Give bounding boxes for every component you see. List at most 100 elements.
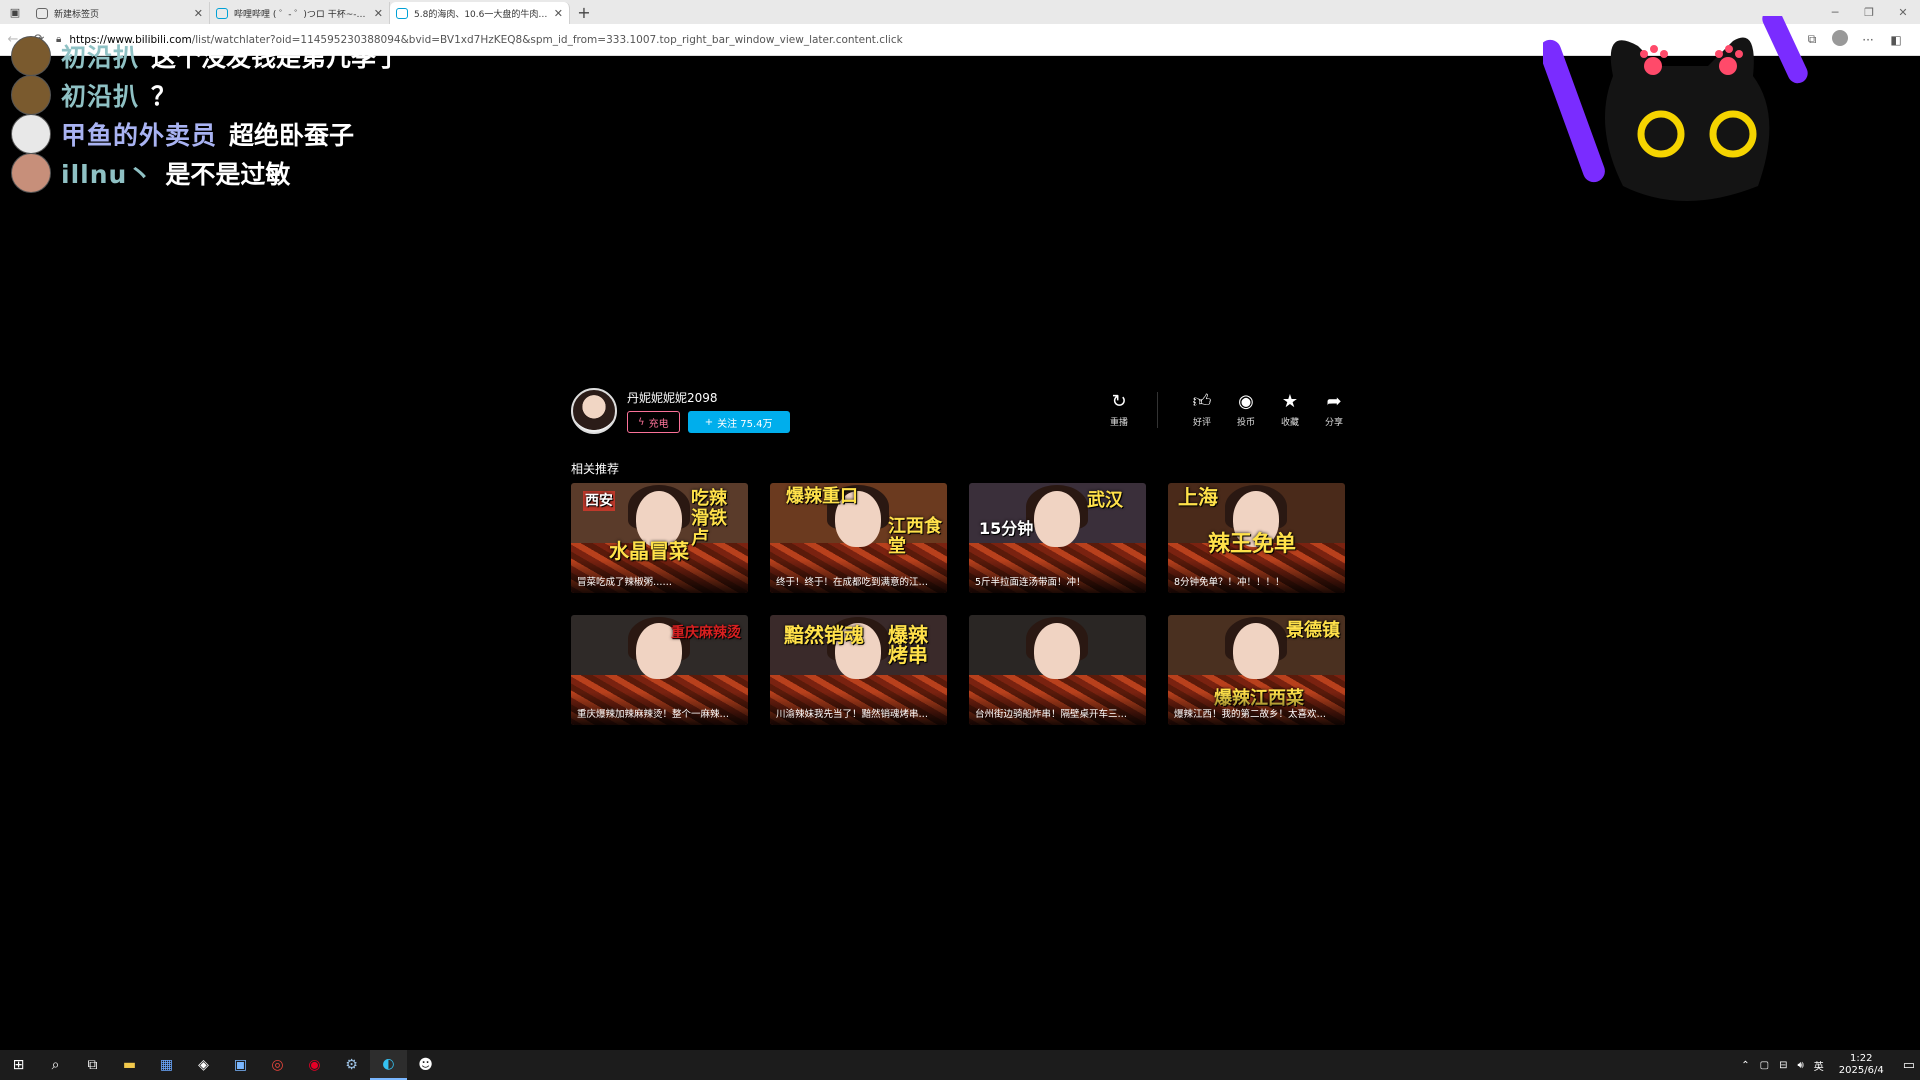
related-video-card[interactable]: 景德镇爆辣江西菜爆辣江西！我的第二故乡！太喜欢…	[1168, 615, 1345, 725]
related-video-card[interactable]: 黯然销魂 爆辣烤串 川渝辣妹我先当了！黯然销魂烤串…	[770, 615, 947, 725]
uploader-avatar[interactable]	[571, 388, 617, 434]
action-bar: ↻ 重播 👍︎ 好评 ◉ 投币 ★ 收藏 ➦ 分享	[1097, 392, 1356, 428]
app-icon[interactable]: ◈	[185, 1050, 222, 1080]
more-menu-icon[interactable]: ···	[1854, 33, 1882, 47]
danmaku-nick: 甲鱼的外卖员	[61, 121, 218, 150]
danmaku-message: 这个没发钱是第几季了	[151, 43, 402, 72]
restore-icon[interactable]: ❐	[1852, 0, 1886, 24]
bilibili-icon	[216, 7, 228, 19]
cat-mascot-icon	[1543, 16, 1808, 202]
danmaku-avatar	[11, 75, 51, 115]
notification-icon[interactable]: ▭	[1903, 1058, 1915, 1073]
browser-tab[interactable]: 5.8的海肉、10.6一大盘的牛肉炒饭 ✕	[390, 2, 570, 24]
share-icon: ➦	[1326, 391, 1342, 412]
follow-button[interactable]: + 关注 75.4万	[687, 411, 790, 433]
close-tab-icon[interactable]: ✕	[554, 7, 563, 20]
thumbnail-face	[1034, 623, 1080, 679]
tab-title: 新建标签页	[54, 9, 100, 20]
related-video-card[interactable]: 西安 吃辣滑铁卢 水晶冒菜 冒菜吃成了辣椒粥……	[571, 483, 748, 593]
related-title: 相关推荐	[571, 462, 620, 476]
related-video-card[interactable]: 台州街边骑船炸串！隔壁桌开车三…	[969, 615, 1146, 725]
new-tab-page-icon	[36, 7, 48, 19]
danmaku-message: ？	[151, 82, 177, 111]
thumbnail-title-text: 武汉	[1087, 490, 1123, 511]
sidebar-toggle-icon[interactable]: ◧	[1882, 33, 1910, 47]
browser-tab[interactable]: 新建标签页 ✕	[30, 2, 210, 24]
favorite-button[interactable]: ★ 收藏	[1268, 391, 1312, 429]
start-icon[interactable]: ⊞	[0, 1050, 37, 1080]
qq-icon[interactable]: ☻	[407, 1050, 444, 1080]
video-caption: 终于！终于！在成都吃到满意的江…	[770, 560, 947, 593]
thumbnail-face	[1233, 623, 1279, 679]
search-icon[interactable]: ⌕	[37, 1050, 74, 1080]
related-video-card[interactable]: 爆辣重口 江西食堂 终于！终于！在成都吃到满意的江…	[770, 483, 947, 593]
video-caption: 爆辣江西！我的第二故乡！太喜欢…	[1168, 692, 1345, 725]
task-view-icon[interactable]: ⧉	[74, 1050, 111, 1080]
file-explorer-icon[interactable]: ▬	[111, 1050, 148, 1080]
danmaku-item: illnu丶 是不是过敏	[11, 151, 290, 195]
uploader-name[interactable]: 丹妮妮妮妮2098	[627, 389, 790, 406]
related-video-card[interactable]: 武汉 15分钟 5斤半拉面连汤带面！冲！	[969, 483, 1146, 593]
netease-music-icon[interactable]: ◉	[296, 1050, 333, 1080]
danmaku-item: 甲鱼的外卖员 超绝卧蚕子	[11, 112, 354, 156]
video-caption: 冒菜吃成了辣椒粥……	[571, 560, 748, 593]
share-button[interactable]: ➦ 分享	[1312, 391, 1356, 429]
thumbnail-face	[1034, 491, 1080, 547]
danmaku-message: 是不是过敏	[165, 160, 291, 189]
close-tab-icon[interactable]: ✕	[374, 7, 383, 20]
like-button[interactable]: 👍︎ 好评	[1180, 392, 1224, 429]
replay-button[interactable]: ↻ 重播	[1097, 392, 1141, 429]
favorite-label: 收藏	[1280, 418, 1299, 428]
uploader-card: 丹妮妮妮妮2098 ϟ 充电 + 关注 75.4万	[571, 388, 790, 434]
thumbnail-title-text: 吃辣滑铁卢	[691, 488, 727, 549]
follow-label: 关注 75.4万	[717, 418, 773, 430]
close-window-icon[interactable]: ✕	[1886, 0, 1920, 24]
coin-label: 投币	[1236, 418, 1255, 428]
tray-overflow-icon[interactable]: ⌃	[1741, 1060, 1749, 1071]
related-video-card[interactable]: 重庆麻辣烫 重庆爆辣加辣麻辣烫！整个一麻辣…	[571, 615, 748, 725]
video-caption: 台州街边骑船炸串！隔壁桌开车三…	[969, 692, 1146, 725]
thumbnail-title-text: 辣王免单	[1208, 532, 1297, 557]
browser-tab[interactable]: 哔哩哔哩 ( ゜- ゜)つロ 干杯~-bilibili ✕	[210, 2, 390, 24]
related-video-card[interactable]: 上海辣王免单 8分钟免单？！冲！！！！	[1168, 483, 1345, 593]
video-caption: 8分钟免单？！冲！！！！	[1168, 560, 1345, 593]
video-caption: 5斤半拉面连汤带面！冲！	[969, 560, 1146, 593]
volume-icon[interactable]: 🔊︎	[1797, 1060, 1803, 1071]
clock-date: 2025/6/4	[1838, 1065, 1884, 1076]
replay-label: 重播	[1109, 418, 1128, 428]
steam-icon[interactable]: ⚙	[333, 1050, 370, 1080]
chrome-icon[interactable]: ◎	[259, 1050, 296, 1080]
network-icon[interactable]: ⊟	[1779, 1060, 1787, 1071]
star-icon: ★	[1281, 391, 1299, 412]
windows-taskbar: ⊞ ⌕ ⧉ ▬ ▦ ◈ ▣ ◎ ◉ ⚙ ◐ ☻ ⌃ ▢ ⊟ 🔊︎ 英 1:22 …	[0, 1050, 1920, 1080]
danmaku-nick: 初沿扒	[61, 43, 140, 72]
charge-button[interactable]: ϟ 充电	[627, 411, 680, 433]
tab-title: 哔哩哔哩 ( ゜- ゜)つロ 干杯~-bilibili	[234, 9, 370, 20]
danmaku-item: 初沿扒 这个没发钱是第几季了	[11, 34, 401, 78]
minimize-icon[interactable]: ─	[1818, 0, 1852, 24]
danmaku-avatar	[11, 36, 51, 76]
thumbnail-title-text: 爆辣重口	[786, 486, 858, 507]
ime-indicator[interactable]: 英	[1814, 1058, 1824, 1073]
action-divider	[1157, 392, 1158, 428]
lightning-icon: ϟ	[638, 416, 645, 428]
thumbnail-title-text: 黯然销魂	[784, 623, 864, 647]
related-grid: 西安 吃辣滑铁卢 水晶冒菜 冒菜吃成了辣椒粥…… 爆辣重口 江西食堂 终于！终于！在成都吃到…	[571, 483, 1346, 725]
video-player-area[interactable]: 初沿扒 这个没发钱是第几季了 初沿扒？甲鱼的外卖员 超绝卧蚕子 illnu丶 是不是过敏 …	[3, 16, 1916, 1046]
profile-avatar[interactable]	[1826, 30, 1854, 49]
clock-time: 1:22	[1850, 1053, 1873, 1064]
store-icon[interactable]: ▦	[148, 1050, 185, 1080]
danmaku-nick: 初沿扒	[61, 82, 140, 111]
like-label: 好评	[1192, 418, 1211, 428]
edge-icon[interactable]: ◐	[370, 1050, 407, 1080]
thumbnail-title-text: 西安	[583, 491, 615, 511]
danmaku-avatar	[11, 114, 51, 154]
app-window-icon[interactable]: ▣	[222, 1050, 259, 1080]
clock[interactable]: 1:22 2025/6/4	[1839, 1053, 1884, 1077]
close-tab-icon[interactable]: ✕	[194, 7, 203, 20]
tab-actions-icon[interactable]: ▣	[0, 0, 30, 24]
tray-app-icon[interactable]: ▢	[1760, 1060, 1769, 1071]
thumbnail-title-text: 上海	[1178, 485, 1218, 509]
coin-button[interactable]: ◉ 投币	[1224, 392, 1268, 429]
new-tab-button[interactable]: +	[570, 3, 598, 22]
